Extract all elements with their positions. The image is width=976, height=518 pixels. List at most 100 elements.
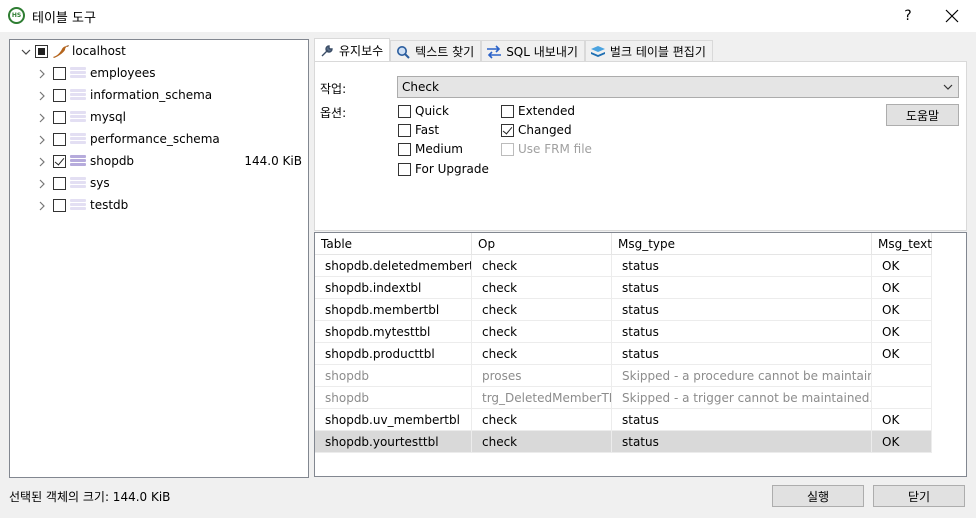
tree-item-label: mysql [90, 110, 126, 124]
tree-item-shopdb[interactable]: shopdb 144.0 KiB [10, 151, 308, 173]
option-medium[interactable]: Medium [398, 142, 463, 156]
option-use-frm-file-label: Use FRM file [518, 142, 592, 156]
table-row[interactable]: shopdb.yourtesttbl check status OK [315, 431, 932, 453]
database-icon [70, 155, 86, 169]
tab-bulk-editor[interactable]: 벌크 테이블 편집기 [584, 40, 713, 62]
option-medium-checkbox[interactable] [398, 142, 411, 156]
table-cell: shopdb.deletedmembertbl [315, 255, 472, 277]
help-title-button[interactable]: ? [898, 4, 918, 28]
table-cell: OK [872, 321, 932, 343]
operation-select[interactable]: Check [397, 76, 959, 98]
table-row[interactable]: shopdb trg_DeletedMemberTBL Skipped - a tr… [315, 387, 932, 409]
table-cell: status [612, 409, 872, 431]
tree-item-employees[interactable]: employees [10, 63, 308, 85]
tree-item-sys[interactable]: sys [10, 173, 308, 195]
results-grid-header: Table Op Msg_type Msg_text [315, 233, 932, 255]
table-cell: OK [872, 299, 932, 321]
results-grid[interactable]: Table Op Msg_type Msg_text shopdb.delete… [314, 232, 967, 477]
tree-item-performance-schema[interactable]: performance_schema [10, 129, 308, 151]
table-cell: status [612, 321, 872, 343]
run-button[interactable]: 실행 [772, 485, 864, 507]
table-cell: status [612, 299, 872, 321]
option-changed-label: Changed [518, 123, 572, 137]
table-row[interactable]: shopdb proses Skipped - a procedure cannot… [315, 365, 932, 387]
table-row[interactable]: shopdb.mytesttbl check status OK [315, 321, 932, 343]
stack-icon [590, 44, 606, 60]
heidisql-app-icon: HS [8, 7, 25, 24]
table-cell [872, 387, 932, 409]
close-icon [945, 9, 959, 23]
table-cell: OK [872, 255, 932, 277]
tree-root-label: localhost [72, 44, 126, 58]
chevron-right-icon[interactable] [36, 90, 48, 102]
chevron-right-icon[interactable] [36, 112, 48, 124]
tab-sql-export[interactable]: SQL 내보내기 [481, 40, 585, 62]
table-cell: shopdb.mytesttbl [315, 321, 472, 343]
table-cell: shopdb.uv_membertbl [315, 409, 472, 431]
table-cell: check [472, 255, 612, 277]
tree-item-checkbox[interactable] [53, 111, 66, 124]
option-quick-checkbox[interactable] [398, 104, 411, 118]
close-window-button[interactable] [938, 4, 966, 28]
chevron-right-icon[interactable] [36, 156, 48, 168]
database-tree[interactable]: localhost employees information_schemamys… [9, 39, 309, 478]
wrench-icon [319, 43, 335, 59]
option-fast[interactable]: Fast [398, 123, 439, 137]
table-cell: shopdb.producttbl [315, 343, 472, 365]
chevron-right-icon[interactable] [36, 68, 48, 80]
chevron-right-icon[interactable] [36, 200, 48, 212]
table-cell: OK [872, 277, 932, 299]
tab-maintenance[interactable]: 유지보수 [314, 38, 391, 62]
tree-item-label: sys [90, 176, 110, 190]
option-for-upgrade-checkbox[interactable] [398, 162, 411, 176]
table-cell: shopdb.indextbl [315, 277, 472, 299]
magnifier-icon [395, 44, 411, 60]
option-for-upgrade-label: For Upgrade [415, 162, 489, 176]
column-header-msg-text[interactable]: Msg_text [872, 233, 932, 255]
chevron-down-icon[interactable] [20, 46, 32, 58]
table-cell: OK [872, 409, 932, 431]
table-cell: status [612, 431, 872, 453]
tree-item-checkbox[interactable] [53, 199, 66, 212]
option-fast-checkbox[interactable] [398, 123, 411, 137]
column-header-table[interactable]: Table [315, 233, 472, 255]
tab-find-text[interactable]: 텍스트 찾기 [390, 40, 482, 62]
chevron-right-icon[interactable] [36, 134, 48, 146]
option-quick[interactable]: Quick [398, 104, 449, 118]
tree-item-checkbox[interactable] [53, 177, 66, 190]
table-row[interactable]: shopdb.deletedmembertbl check status OK [315, 255, 932, 277]
chevron-right-icon[interactable] [36, 178, 48, 190]
option-extended-checkbox[interactable] [501, 104, 514, 118]
tree-item-checkbox[interactable] [53, 89, 66, 102]
tree-root-checkbox[interactable] [35, 45, 48, 58]
table-row[interactable]: shopdb.uv_membertbl check status OK [315, 409, 932, 431]
tree-root-localhost[interactable]: localhost [10, 41, 308, 63]
table-row[interactable]: shopdb.membertbl check status OK [315, 299, 932, 321]
tree-item-checkbox[interactable] [53, 155, 66, 168]
tree-item-checkbox[interactable] [53, 67, 66, 80]
table-cell: check [472, 299, 612, 321]
table-cell: trg_DeletedMemberTBL [472, 387, 612, 409]
close-button[interactable]: 닫기 [873, 485, 965, 507]
option-changed-checkbox[interactable] [501, 123, 514, 137]
tree-item-checkbox[interactable] [53, 133, 66, 146]
tree-item-testdb[interactable]: testdb [10, 195, 308, 217]
table-cell: status [612, 277, 872, 299]
database-icon [70, 133, 86, 147]
option-extended[interactable]: Extended [501, 104, 575, 118]
tree-item-information-schema[interactable]: information_schema [10, 85, 308, 107]
option-for-upgrade[interactable]: For Upgrade [398, 162, 489, 176]
table-cell: check [472, 431, 612, 453]
option-fast-label: Fast [415, 123, 440, 137]
table-cell: status [612, 343, 872, 365]
tree-item-mysql[interactable]: mysql [10, 107, 308, 129]
database-icon [70, 199, 86, 213]
table-row[interactable]: shopdb.producttbl check status OK [315, 343, 932, 365]
table-row[interactable]: shopdb.indextbl check status OK [315, 277, 932, 299]
option-changed[interactable]: Changed [501, 123, 572, 137]
option-medium-label: Medium [415, 142, 463, 156]
help-button[interactable]: 도움말 [886, 104, 959, 126]
column-header-msg-type[interactable]: Msg_type [612, 233, 872, 255]
column-header-op[interactable]: Op [472, 233, 612, 255]
tree-item-label: testdb [90, 198, 129, 212]
